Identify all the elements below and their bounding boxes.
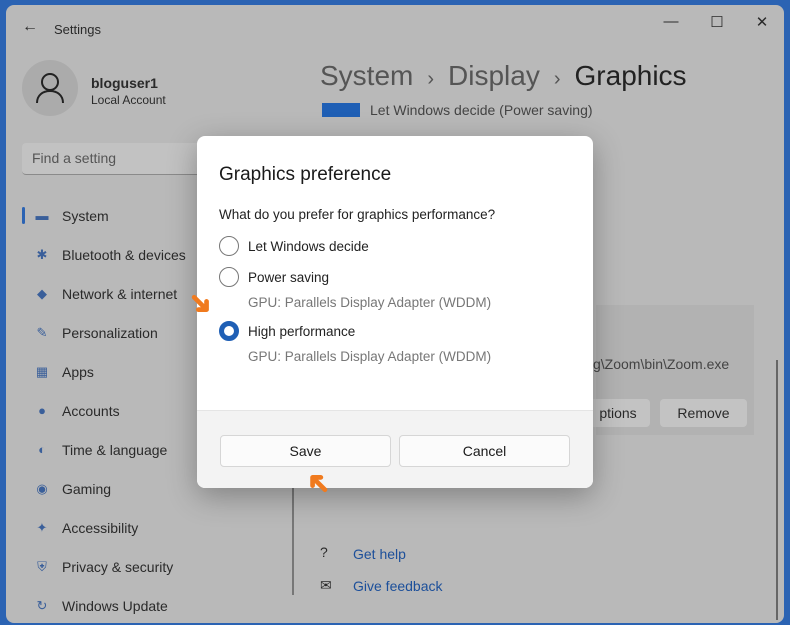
gpu-label: GPU: Parallels Display Adapter (WDDM) bbox=[248, 349, 492, 364]
option-label: Let Windows decide bbox=[248, 238, 369, 254]
feedback-icon: ✉ bbox=[320, 577, 332, 593]
avatar[interactable] bbox=[22, 60, 78, 116]
radio-let-windows-decide[interactable]: Let Windows decide bbox=[219, 236, 369, 256]
sidebar-item-label: Apps bbox=[62, 363, 94, 380]
sidebar-item-label: System bbox=[62, 207, 109, 224]
breadcrumb: System › Display › Graphics bbox=[320, 60, 687, 92]
nav-icon: ▦ bbox=[35, 363, 49, 379]
sidebar-item-label: Bluetooth & devices bbox=[62, 246, 186, 263]
nav-icon: ▬ bbox=[35, 208, 49, 223]
nav-icon: ● bbox=[38, 403, 46, 418]
options-button[interactable]: ptions bbox=[586, 399, 650, 427]
minimize-button[interactable]: — bbox=[656, 13, 686, 30]
nav-icon: ✱ bbox=[36, 246, 48, 262]
sidebar-item-privacy-security[interactable]: ⛨ Privacy & security bbox=[22, 547, 282, 586]
radio-button[interactable] bbox=[219, 267, 239, 287]
sidebar-item-label: Time & language bbox=[62, 441, 168, 458]
sidebar-item-label: Personalization bbox=[62, 324, 158, 341]
sidebar-item-accessibility[interactable]: ✦ Accessibility bbox=[22, 508, 282, 547]
title-bar: ← Settings — ☐ ✕ bbox=[6, 5, 784, 51]
radio-high-performance[interactable]: High performance bbox=[219, 321, 355, 341]
app-path: g\Zoom\bin\Zoom.exe bbox=[593, 356, 730, 372]
nav-icon: ↻ bbox=[36, 597, 48, 613]
breadcrumb-separator: › bbox=[427, 68, 435, 90]
nav-icon: ◉ bbox=[36, 480, 48, 496]
option-label: High performance bbox=[248, 323, 356, 339]
nav-icon: ✎ bbox=[36, 324, 48, 340]
maximize-button[interactable]: ☐ bbox=[702, 13, 732, 31]
back-button[interactable]: ← bbox=[22, 18, 38, 36]
sidebar-item-label: Network & internet bbox=[62, 285, 178, 302]
help-icon: ? bbox=[320, 544, 328, 560]
dialog-question: What do you prefer for graphics performa… bbox=[219, 207, 496, 222]
dialog-footer: Save Cancel bbox=[197, 410, 593, 488]
dialog-title: Graphics preference bbox=[219, 164, 392, 185]
graphics-preference-dialog: Graphics preference What do you prefer f… bbox=[197, 136, 593, 488]
breadcrumb-separator: › bbox=[553, 68, 561, 90]
save-button[interactable]: Save bbox=[220, 435, 391, 467]
gpu-label: GPU: Parallels Display Adapter (WDDM) bbox=[248, 295, 492, 310]
sidebar-item-label: Windows Update bbox=[62, 597, 168, 614]
sidebar-item-label: Privacy & security bbox=[62, 558, 174, 575]
nav-icon: ◐ bbox=[38, 442, 46, 457]
user-name: bloguser1 bbox=[91, 75, 158, 91]
remove-button[interactable]: Remove bbox=[660, 399, 747, 427]
app-icon bbox=[322, 103, 360, 117]
nav-icon: ✦ bbox=[36, 519, 48, 535]
option-label: Power saving bbox=[248, 269, 330, 285]
cancel-button[interactable]: Cancel bbox=[399, 435, 570, 467]
app-title: Settings bbox=[54, 22, 101, 37]
account-type: Local Account bbox=[91, 93, 166, 107]
close-button[interactable]: ✕ bbox=[747, 13, 777, 31]
scrollbar[interactable] bbox=[776, 360, 778, 620]
radio-power-saving[interactable]: Power saving bbox=[219, 267, 329, 287]
get-help-link[interactable]: Get help bbox=[353, 546, 406, 562]
sidebar-item-label: Accounts bbox=[62, 402, 120, 419]
breadcrumb-system[interactable]: System bbox=[320, 60, 413, 91]
nav-icon: ⛨ bbox=[37, 558, 47, 574]
sidebar-item-label: Accessibility bbox=[62, 519, 139, 536]
radio-button-selected[interactable] bbox=[219, 321, 239, 341]
nav-icon: ◆ bbox=[37, 285, 47, 301]
sidebar-item-windows-update[interactable]: ↻ Windows Update bbox=[22, 586, 282, 623]
breadcrumb-display[interactable]: Display bbox=[448, 60, 540, 91]
user-icon bbox=[36, 73, 64, 104]
app-preference-text: Let Windows decide (Power saving) bbox=[370, 102, 593, 118]
radio-button[interactable] bbox=[219, 236, 239, 256]
page-title: Graphics bbox=[574, 60, 687, 91]
sidebar-item-label: Gaming bbox=[62, 480, 112, 497]
give-feedback-link[interactable]: Give feedback bbox=[353, 578, 443, 594]
